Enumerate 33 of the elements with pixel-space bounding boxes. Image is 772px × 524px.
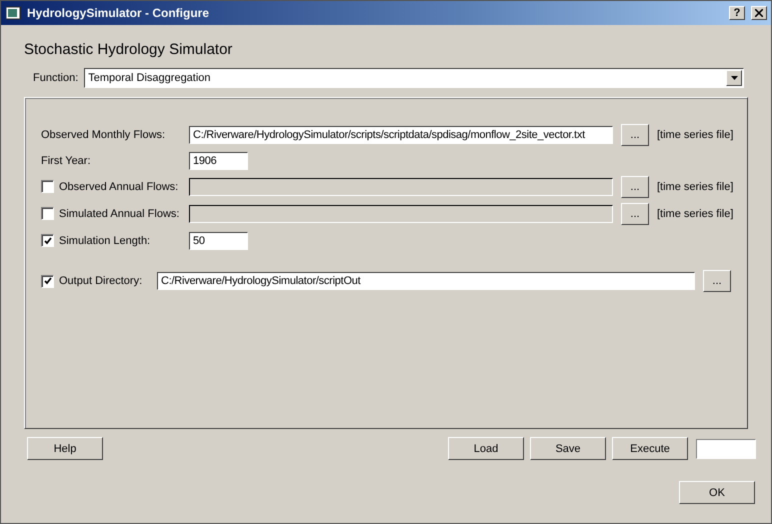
close-icon: [755, 9, 763, 17]
function-dropdown[interactable]: Temporal Disaggregation: [84, 68, 744, 88]
help-button[interactable]: ?: [729, 6, 745, 20]
file-type-note: [time series file]: [657, 129, 734, 141]
action-button[interactable]: Save: [530, 437, 606, 460]
action-button[interactable]: Execute: [612, 437, 688, 460]
checkmark-icon: [44, 277, 52, 285]
field-label: Simulated Annual Flows:: [59, 208, 180, 220]
text-field[interactable]: C:/Riverware/HydrologySimulator/scriptOut: [157, 272, 695, 290]
help-dialog-button[interactable]: Help: [27, 437, 103, 460]
file-type-note: [time series file]: [657, 180, 734, 192]
field-label: Observed Monthly Flows:: [41, 129, 166, 141]
function-label: Function:: [33, 72, 78, 84]
text-field[interactable]: 1906: [189, 152, 248, 170]
app-icon: [5, 5, 21, 21]
window-title: HydrologySimulator - Configure: [27, 6, 210, 20]
browse-button[interactable]: ...: [703, 270, 731, 292]
field-label: First Year:: [41, 154, 91, 166]
text-field[interactable]: C:/Riverware/HydrologySimulator/scripts/scriptdata/spdisag/monflow_2site_vector.txt: [189, 126, 613, 144]
field-label: Observed Annual Flows:: [59, 180, 178, 192]
action-button[interactable]: Load: [448, 437, 524, 460]
field-label: Simulation Length:: [59, 234, 150, 246]
text-field[interactable]: 50: [189, 232, 248, 250]
checkbox[interactable]: [41, 234, 54, 247]
close-button[interactable]: [751, 6, 767, 20]
checkbox[interactable]: [41, 274, 54, 288]
browse-button[interactable]: ...: [621, 124, 649, 146]
status-field[interactable]: [696, 438, 756, 458]
file-type-note: [time series file]: [657, 208, 734, 220]
field-label: Output Directory:: [59, 275, 142, 287]
checkmark-icon: [44, 236, 52, 244]
dialog-heading: Stochastic Hydrology Simulator: [24, 41, 234, 58]
ok-button[interactable]: OK: [679, 481, 755, 504]
